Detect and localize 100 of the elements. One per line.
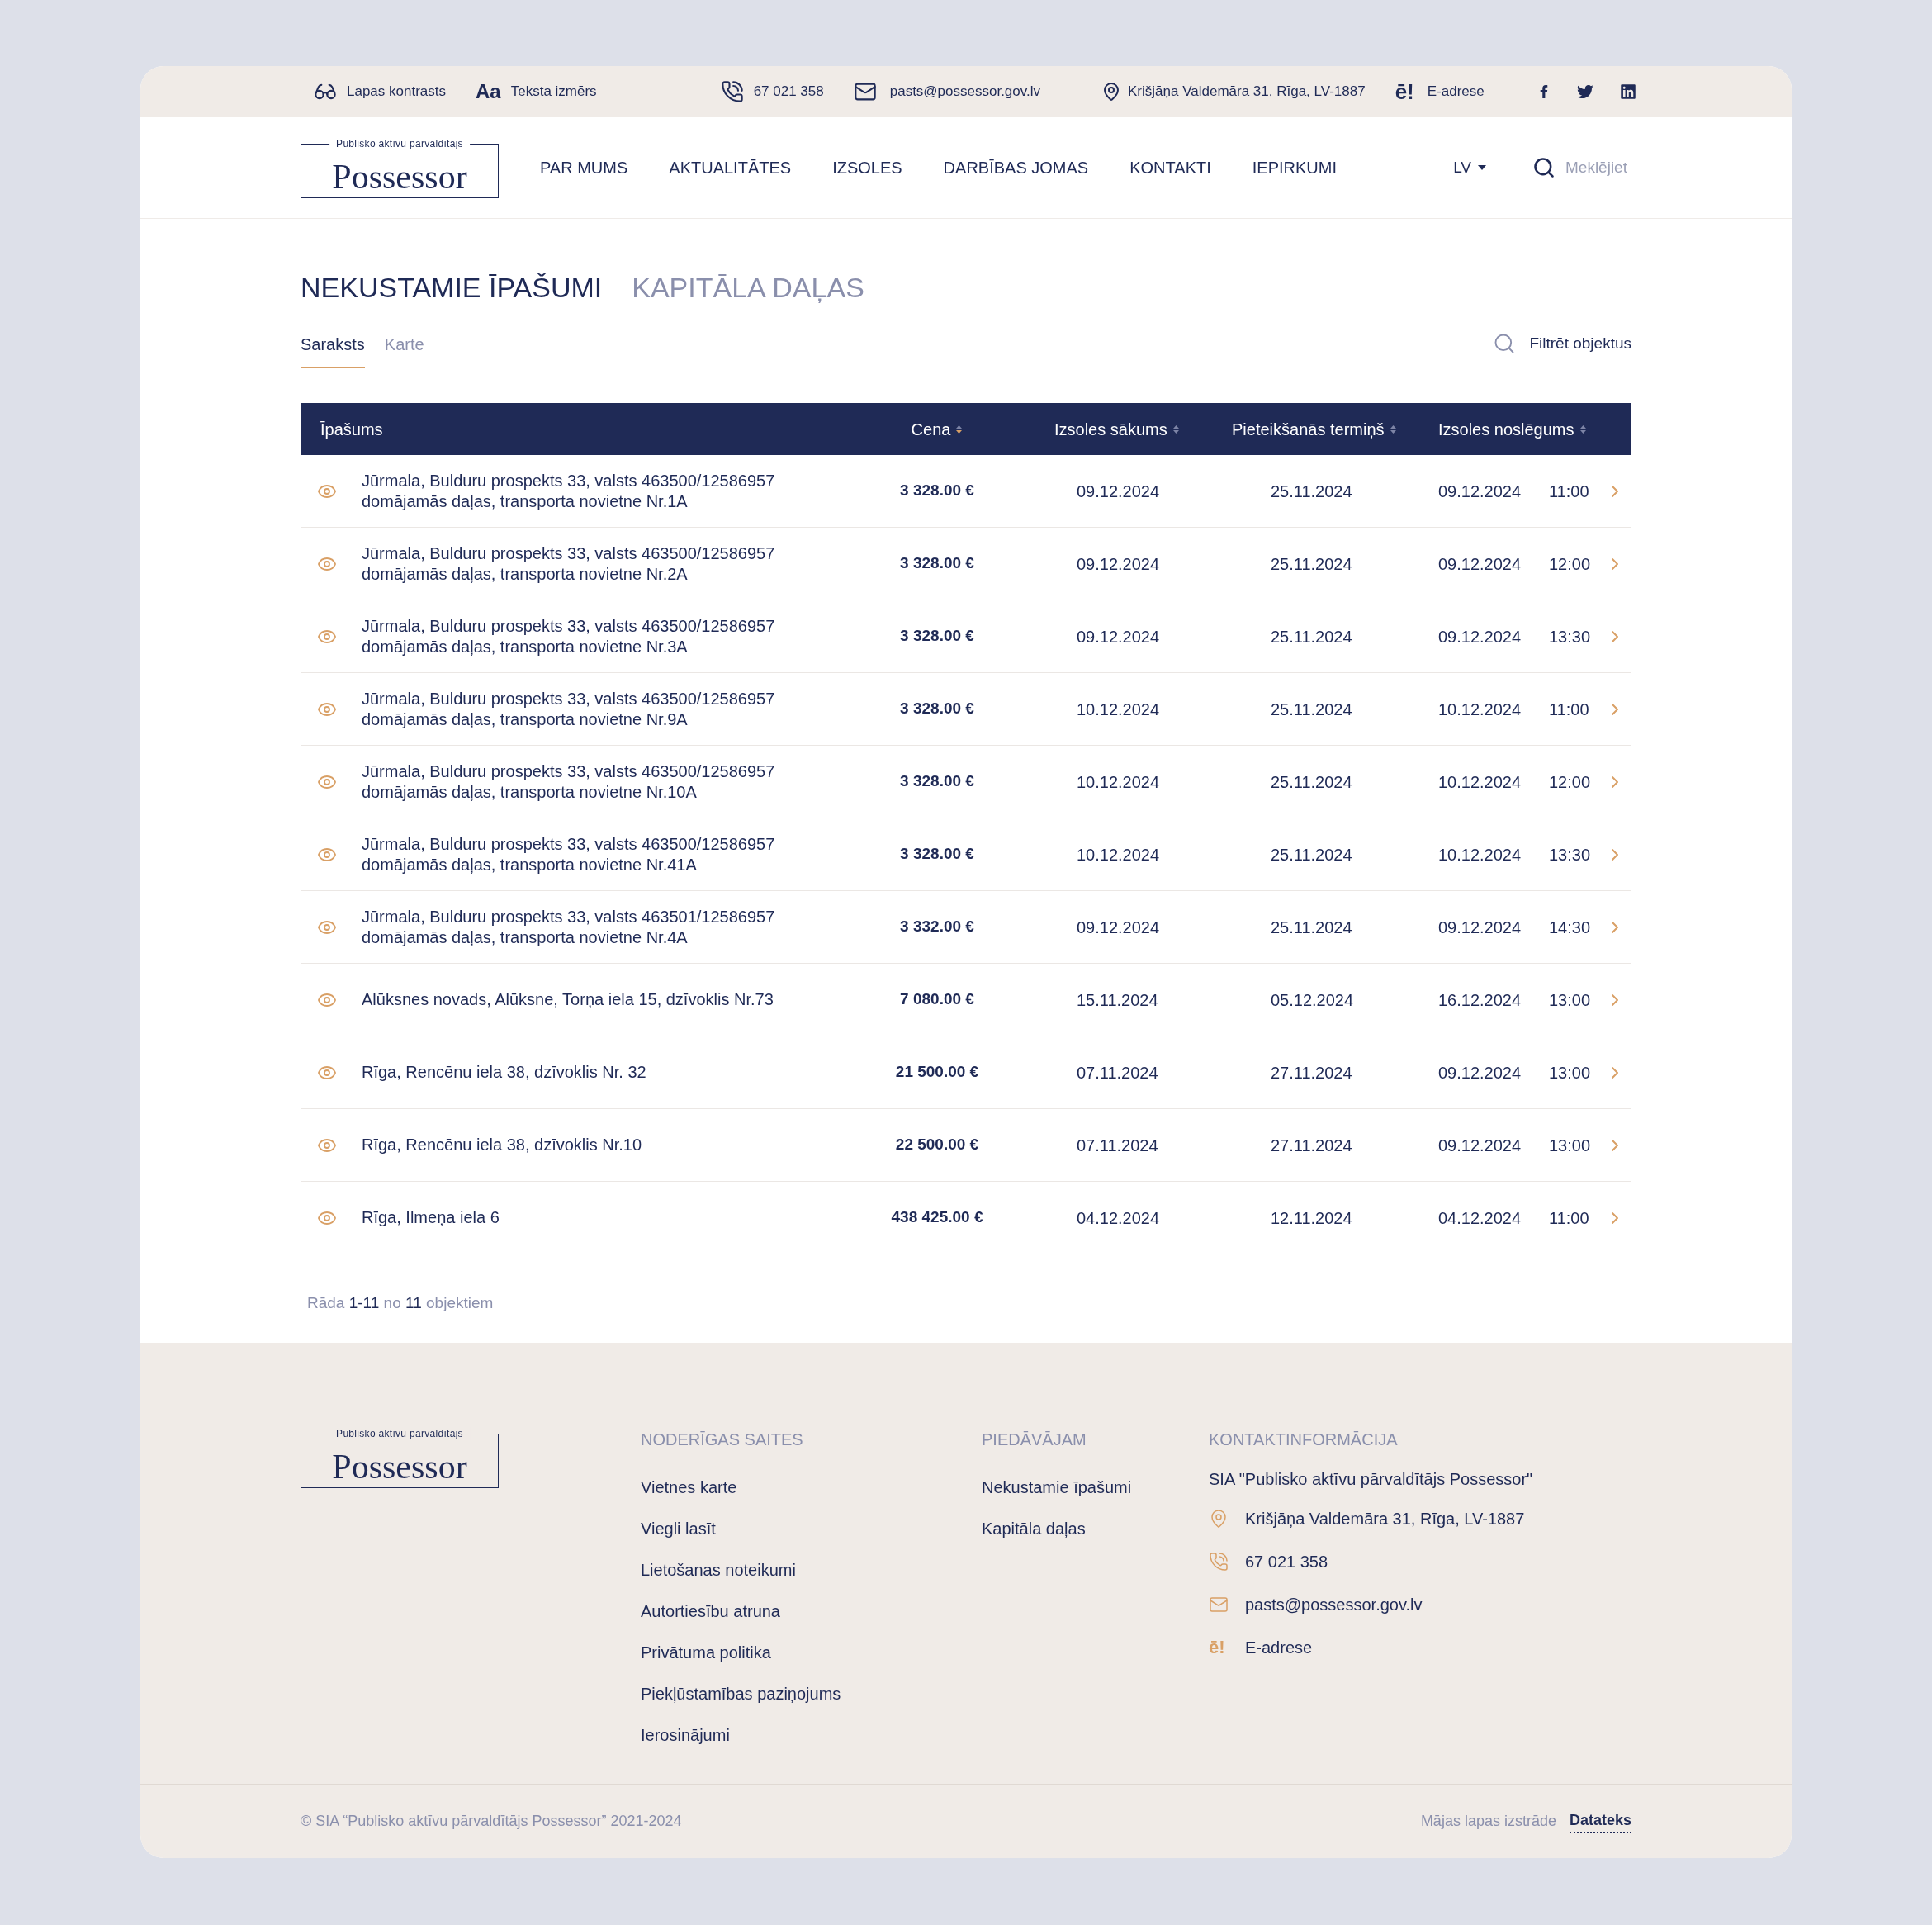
auction-start-date: 07.11.2024: [1076, 1135, 1159, 1156]
contact-link[interactable]: E-adrese: [1245, 1634, 1313, 1660]
price: 21 500.00 €: [894, 1062, 980, 1083]
column-header[interactable]: Izsoles sākums: [1007, 416, 1185, 442]
property-name[interactable]: Jūrmala, Bulduru prospekts 33, valsts 463500/12586957 domājamās daļas, transporta novietne Nr.1A: [362, 470, 824, 512]
auction-start-date: 15.11.2024: [1076, 989, 1159, 1011]
price: 3 328.00 €: [899, 626, 975, 647]
property-row[interactable]: Jūrmala, Bulduru prospekts 33, valsts 463500/12586957 domājamās daļas, transporta novietne Nr.9A 3 328.00 € 10.12.2024 25.11.2024 10.12.2024 11:00: [301, 673, 1631, 747]
footer-link[interactable]: Piekļūstamības paziņojums: [641, 1681, 982, 1706]
nav-link[interactable]: AKTUALITĀTES: [669, 155, 792, 181]
price: 3 328.00 €: [899, 771, 975, 792]
property-row[interactable]: Jūrmala, Bulduru prospekts 33, valsts 463500/12586957 domājamās daļas, transporta novietne Nr.1A 3 328.00 € 09.12.2024 25.11.2024 09.12.2024 11:00: [301, 455, 1631, 529]
twitter-link[interactable]: [1576, 83, 1593, 100]
nav-link[interactable]: DARBĪBAS JOMAS: [943, 155, 1089, 181]
contact-link[interactable]: 67 021 358: [1245, 1548, 1328, 1574]
column-header[interactable]: Izsoles noslēgums: [1409, 416, 1631, 442]
property-row[interactable]: Jūrmala, Bulduru prospekts 33, valsts 463500/12586957 domājamās daļas, transporta novietne Nr.3A 3 328.00 € 09.12.2024 25.11.2024 09.12.2024 13:30: [301, 600, 1631, 674]
nav-link[interactable]: IEPIRKUMI: [1252, 155, 1337, 181]
footer-heading: NODERĪGAS SAITES: [641, 1429, 804, 1450]
price: 7 080.00 €: [899, 989, 975, 1010]
footer-link[interactable]: Kapitāla daļas: [982, 1515, 1209, 1541]
language-selector[interactable]: LV: [1453, 155, 1486, 180]
application-deadline: 27.11.2024: [1270, 1062, 1353, 1083]
footer-heading: PIEDĀVĀJAM: [982, 1429, 1087, 1450]
logo-tagline: Publisko aktīvu pārvaldītājs: [329, 137, 470, 151]
nav-link[interactable]: KONTAKTI: [1129, 155, 1211, 181]
footer-link[interactable]: Viegli lasīt: [641, 1515, 982, 1541]
application-deadline: 05.12.2024: [1270, 989, 1355, 1011]
search-field[interactable]: Meklējiet: [1532, 155, 1635, 180]
contrast-link[interactable]: Lapas kontrasts: [314, 80, 446, 103]
price: 22 500.00 €: [894, 1135, 980, 1155]
email-link[interactable]: pasts@possessor.gov.lv: [853, 80, 1041, 103]
sort-icon[interactable]: [1579, 423, 1587, 435]
property-name[interactable]: Rīga, Ilmeņa iela 6: [362, 1207, 824, 1229]
footer-link[interactable]: Ierosinājumi: [641, 1722, 982, 1747]
view-tab[interactable]: Saraksts: [301, 332, 365, 369]
e-address-link[interactable]: ē! E-adrese: [1395, 81, 1485, 102]
developer-credit: Mājas lapas izstrāde: [1420, 1812, 1556, 1831]
property-name[interactable]: Rīga, Rencēnu iela 38, dzīvoklis Nr. 32: [362, 1062, 824, 1083]
phone-link[interactable]: 67 021 358: [720, 80, 824, 103]
property-name[interactable]: Jūrmala, Bulduru prospekts 33, valsts 463500/12586957 domājamās daļas, transporta novietne Nr.3A: [362, 615, 824, 657]
section-tab[interactable]: NEKUSTAMIE ĪPAŠUMI: [301, 267, 603, 310]
auction-end-date: 09.12.2024: [1438, 553, 1522, 575]
nav-link[interactable]: PAR MUMS: [540, 155, 628, 181]
auction-start-date: 07.11.2024: [1076, 1062, 1159, 1083]
property-name[interactable]: Rīga, Rencēnu iela 38, dzīvoklis Nr.10: [362, 1135, 824, 1156]
contact-link[interactable]: Krišjāņa Valdemāra 31, Rīga, LV-1887: [1245, 1505, 1525, 1531]
property-row[interactable]: Jūrmala, Bulduru prospekts 33, valsts 463500/12586957 domājamās daļas, transporta novietne Nr.41A 3 328.00 € 10.12.2024 25.11.2024 10.12.2024 13:30: [301, 818, 1631, 892]
footer-link[interactable]: Vietnes karte: [641, 1474, 982, 1500]
footer-link[interactable]: Autortiesību atruna: [641, 1598, 982, 1624]
application-deadline: 25.11.2024: [1270, 771, 1353, 793]
property-row[interactable]: Jūrmala, Bulduru prospekts 33, valsts 463500/12586957 domājamās daļas, transporta novietne Nr.2A 3 328.00 € 09.12.2024 25.11.2024 09.12.2024 12:00: [301, 528, 1631, 601]
linkedin-icon: [1619, 83, 1636, 100]
auction-end-time: 13:00: [1549, 1135, 1592, 1156]
auction-end-date: 10.12.2024: [1438, 844, 1522, 865]
auction-start-date: 09.12.2024: [1076, 481, 1161, 502]
auction-start-date: 10.12.2024: [1076, 771, 1161, 793]
property-name[interactable]: Jūrmala, Bulduru prospekts 33, valsts 463500/12586957 domājamās daļas, transporta novietne Nr.9A: [362, 688, 824, 730]
price: 3 328.00 €: [899, 844, 975, 865]
property-name[interactable]: Jūrmala, Bulduru prospekts 33, valsts 463501/12586957 domājamās daļas, transporta novietne Nr.4A: [362, 906, 824, 948]
property-row[interactable]: Jūrmala, Bulduru prospekts 33, valsts 463500/12586957 domājamās daļas, transporta novietne Nr.10A 3 328.00 € 10.12.2024 25.11.2024 10.12.2024 12:00: [301, 746, 1631, 819]
property-name[interactable]: Jūrmala, Bulduru prospekts 33, valsts 463500/12586957 domājamās daļas, transporta novietne Nr.2A: [362, 543, 824, 585]
property-name[interactable]: Jūrmala, Bulduru prospekts 33, valsts 463500/12586957 domājamās daļas, transporta novietne Nr.10A: [362, 761, 824, 803]
text-size-link[interactable]: Aa Teksta izmērs: [476, 81, 597, 102]
sort-icon[interactable]: [955, 423, 964, 435]
linkedin-link[interactable]: [1619, 83, 1636, 100]
property-name[interactable]: Jūrmala, Bulduru prospekts 33, valsts 463500/12586957 domājamās daļas, transporta novietne Nr.41A: [362, 833, 824, 875]
auction-end-date: 10.12.2024: [1438, 771, 1522, 793]
footer-link[interactable]: Privātuma politika: [641, 1639, 982, 1665]
auction-end-time: 14:30: [1549, 917, 1592, 938]
property-row[interactable]: Rīga, Rencēnu iela 38, dzīvoklis Nr. 32 21 500.00 € 07.11.2024 27.11.2024 09.12.2024 13:00: [301, 1036, 1631, 1110]
footer-link[interactable]: Nekustamie īpašumi: [982, 1474, 1209, 1500]
property-row[interactable]: Jūrmala, Bulduru prospekts 33, valsts 463501/12586957 domājamās daļas, transporta novietne Nr.4A 3 332.00 € 09.12.2024 25.11.2024 09.12.2024 14:30: [301, 891, 1631, 965]
auction-end-date: 09.12.2024: [1438, 481, 1522, 502]
auction-end-time: 11:00: [1549, 481, 1590, 502]
developer-logo[interactable]: Datateks: [1569, 1809, 1631, 1833]
sort-icon[interactable]: [1172, 423, 1180, 435]
footer-link[interactable]: Lietošanas noteikumi: [641, 1557, 982, 1582]
e-address-icon: ē!: [1209, 1638, 1229, 1657]
property-row[interactable]: Rīga, Rencēnu iela 38, dzīvoklis Nr.10 22 500.00 € 07.11.2024 27.11.2024 09.12.2024 13:00: [301, 1109, 1631, 1183]
property-row[interactable]: Rīga, Ilmeņa iela 6 438 425.00 € 04.12.2024 12.11.2024 04.12.2024 11:00: [301, 1182, 1631, 1255]
auction-end-time: 12:00: [1549, 771, 1592, 793]
application-deadline: 25.11.2024: [1270, 553, 1353, 575]
auction-start-date: 09.12.2024: [1076, 626, 1161, 647]
filter-button[interactable]: Filtrēt objektus: [1493, 332, 1631, 356]
column-header[interactable]: Cena: [867, 416, 1007, 442]
application-deadline: 25.11.2024: [1270, 844, 1353, 865]
auction-end-date: 04.12.2024: [1438, 1207, 1522, 1229]
property-row[interactable]: Alūksnes novads, Alūksne, Torņa iela 15, dzīvoklis Nr.73 7 080.00 € 15.11.2024 05.12.2024 16.12.2024 13:00: [301, 964, 1631, 1037]
auction-end-time: 13:30: [1549, 844, 1592, 865]
application-deadline: 12.11.2024: [1270, 1207, 1353, 1229]
auction-end-time: 11:00: [1549, 699, 1590, 720]
sort-icon[interactable]: [1389, 423, 1397, 435]
contact-link[interactable]: pasts@possessor.gov.lv: [1245, 1591, 1423, 1617]
column-header[interactable]: Pieteikšanās termiņš: [1185, 416, 1409, 442]
property-name[interactable]: Alūksnes novads, Alūksne, Torņa iela 15, dzīvoklis Nr.73: [362, 989, 824, 1011]
nav-link[interactable]: IZSOLES: [832, 155, 902, 181]
application-deadline: 25.11.2024: [1270, 917, 1353, 938]
price: 3 328.00 €: [899, 553, 975, 574]
address-link[interactable]: Krišjāņa Valdemāra 31, Rīga, LV-1887: [1101, 81, 1366, 102]
